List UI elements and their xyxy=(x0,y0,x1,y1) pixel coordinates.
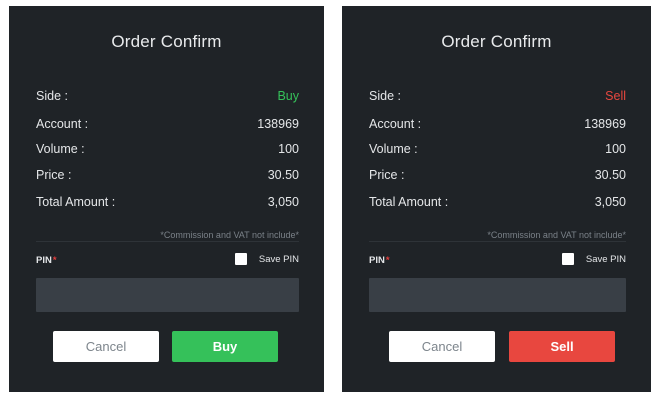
required-star: * xyxy=(385,255,390,266)
pin-input[interactable] xyxy=(369,278,626,312)
buy-button[interactable]: Buy xyxy=(172,331,278,362)
save-pin-checkbox[interactable] xyxy=(561,253,574,265)
pin-label: PIN* xyxy=(369,255,390,266)
total-amount-value: 3,050 xyxy=(267,195,299,209)
account-row: Account : 138969 xyxy=(36,114,299,134)
account-label: Account : xyxy=(369,117,422,131)
price-label: Price : xyxy=(369,168,405,182)
side-row: Side : Buy xyxy=(36,86,299,106)
required-star: * xyxy=(52,255,57,266)
save-pin-checkbox[interactable] xyxy=(234,253,247,265)
divider xyxy=(369,241,626,242)
total-amount-label: Total Amount : xyxy=(36,195,116,209)
volume-row: Volume : 100 xyxy=(369,139,626,159)
price-row: Price : 30.50 xyxy=(36,165,299,185)
total-amount-value: 3,050 xyxy=(594,195,626,209)
side-row: Side : Sell xyxy=(369,86,626,106)
commission-note: *Commission and VAT not include* xyxy=(160,230,299,240)
commission-note: *Commission and VAT not include* xyxy=(487,230,626,240)
pin-label-text: PIN xyxy=(369,255,385,266)
side-label: Side : xyxy=(36,89,68,103)
price-row: Price : 30.50 xyxy=(369,165,626,185)
volume-label: Volume : xyxy=(36,142,85,156)
cancel-button[interactable]: Cancel xyxy=(53,331,159,362)
price-value: 30.50 xyxy=(594,168,626,182)
order-confirm-dialog-sell: Order Confirm Side : Sell Account : 1389… xyxy=(342,6,651,392)
dialog-title: Order Confirm xyxy=(111,32,222,51)
account-value: 138969 xyxy=(584,117,626,131)
dialog-title: Order Confirm xyxy=(441,32,552,51)
pin-input[interactable] xyxy=(36,278,299,312)
side-label: Side : xyxy=(369,89,401,103)
volume-row: Volume : 100 xyxy=(36,139,299,159)
order-confirm-dialog-buy: Order Confirm Side : Buy Account : 13896… xyxy=(9,6,324,392)
price-label: Price : xyxy=(36,168,72,182)
save-pin-toggle[interactable]: Save PIN xyxy=(561,253,626,265)
save-pin-toggle[interactable]: Save PIN xyxy=(234,253,299,265)
side-value: Sell xyxy=(605,89,626,103)
divider xyxy=(36,241,299,242)
save-pin-label: Save PIN xyxy=(258,253,299,265)
pin-label-text: PIN xyxy=(36,255,52,266)
volume-label: Volume : xyxy=(369,142,418,156)
pin-label: PIN* xyxy=(36,255,57,266)
total-amount-row: Total Amount : 3,050 xyxy=(36,192,299,212)
total-amount-row: Total Amount : 3,050 xyxy=(369,192,626,212)
sell-button[interactable]: Sell xyxy=(509,331,615,362)
volume-value: 100 xyxy=(278,142,299,156)
side-value: Buy xyxy=(277,89,299,103)
account-row: Account : 138969 xyxy=(369,114,626,134)
volume-value: 100 xyxy=(605,142,626,156)
cancel-button[interactable]: Cancel xyxy=(389,331,495,362)
account-label: Account : xyxy=(36,117,89,131)
price-value: 30.50 xyxy=(267,168,299,182)
save-pin-label: Save PIN xyxy=(585,253,626,265)
total-amount-label: Total Amount : xyxy=(369,195,449,209)
account-value: 138969 xyxy=(257,117,299,131)
